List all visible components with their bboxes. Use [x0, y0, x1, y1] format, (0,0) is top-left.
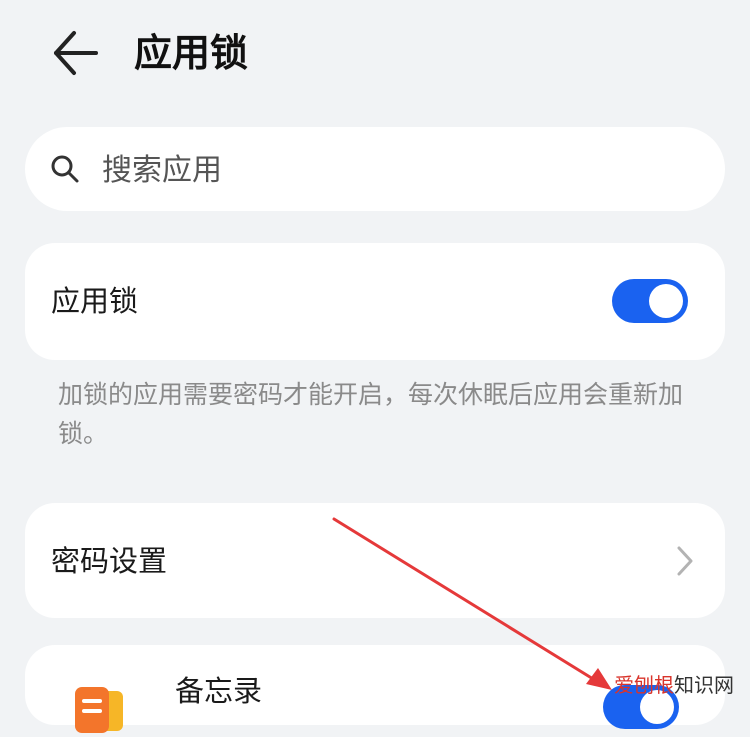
password-settings-label: 密码设置: [51, 544, 168, 578]
app-lock-description: 加锁的应用需要密码才能开启，每次休眠后应用会重新加锁。: [58, 380, 684, 448]
memo-app-icon: [75, 687, 123, 733]
back-arrow-icon[interactable]: [48, 28, 102, 78]
watermark-part1: 爱刨根: [614, 673, 674, 697]
search-icon: [51, 155, 79, 183]
app-lock-toggle[interactable]: [612, 279, 688, 323]
page-title: 应用锁: [134, 31, 249, 75]
toggle-knob: [649, 284, 683, 318]
password-settings-row[interactable]: 密码设置: [25, 503, 725, 618]
chevron-right-icon: [677, 546, 693, 576]
header: 应用锁: [0, 0, 750, 110]
search-input[interactable]: [100, 146, 684, 194]
app-lock-card: 应用锁: [25, 243, 725, 360]
watermark: 爱刨根知识网: [614, 671, 734, 699]
app-name: 备忘录: [175, 674, 263, 708]
watermark-part2: 知识网: [674, 673, 734, 697]
app-lock-label: 应用锁: [51, 284, 139, 318]
